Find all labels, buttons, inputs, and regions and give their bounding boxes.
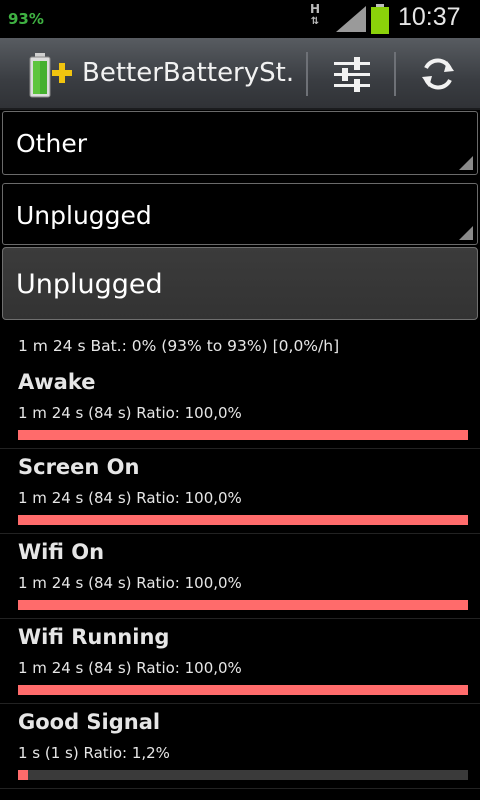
stat-name: Screen On xyxy=(18,455,140,479)
data-activity-icon: H ⇅ xyxy=(306,2,324,34)
ratio-bar xyxy=(18,430,468,440)
since-spinner[interactable]: Unplugged xyxy=(2,183,478,245)
refresh-button[interactable] xyxy=(404,46,472,102)
stat-detail: 1 s (1 s) Ratio: 1,2% xyxy=(18,744,170,762)
action-divider xyxy=(394,52,396,96)
refresh-icon xyxy=(422,58,454,90)
stat-detail: 1 m 24 s (84 s) Ratio: 100,0% xyxy=(18,404,242,422)
stat-type-value: Other xyxy=(16,129,87,158)
battery-icon xyxy=(371,4,389,34)
battery-percent: 93% xyxy=(8,10,44,28)
ratio-bar-fill xyxy=(18,685,468,695)
dropdown-corner-icon xyxy=(459,156,473,170)
signal-strength-icon xyxy=(336,6,366,32)
list-item[interactable]: Awake 1 m 24 s (84 s) Ratio: 100,0% xyxy=(0,364,480,449)
ratio-bar-fill xyxy=(18,770,28,780)
list-item[interactable]: Wifi On 1 m 24 s (84 s) Ratio: 100,0% xyxy=(0,534,480,619)
app-title: BetterBatterySt.. xyxy=(82,58,292,88)
ratio-bar xyxy=(18,770,468,780)
stat-name: Wifi Running xyxy=(18,625,170,649)
ratio-bar xyxy=(18,515,468,525)
stat-type-spinner[interactable]: Other xyxy=(2,111,478,175)
ratio-bar-fill xyxy=(18,430,468,440)
battery-plus-icon[interactable] xyxy=(26,50,76,100)
settings-button[interactable] xyxy=(318,46,386,102)
reference-button-label: Unplugged xyxy=(16,269,163,300)
action-bar: BetterBatterySt.. xyxy=(0,38,480,110)
stat-name: Awake xyxy=(18,370,96,394)
status-bar: 93% H ⇅ 10:37 xyxy=(0,0,480,38)
action-divider xyxy=(306,52,308,96)
ratio-bar xyxy=(18,685,468,695)
battery-summary: 1 m 24 s Bat.: 0% (93% to 93%) [0,0%/h] xyxy=(18,337,340,355)
since-value: Unplugged xyxy=(16,201,152,230)
ratio-bar xyxy=(18,600,468,610)
reference-button[interactable]: Unplugged xyxy=(2,247,478,320)
up-down-arrows-icon: ⇅ xyxy=(310,16,320,27)
list-item[interactable]: Wifi Running 1 m 24 s (84 s) Ratio: 100,… xyxy=(0,619,480,704)
ratio-bar-fill xyxy=(18,600,468,610)
network-type: H xyxy=(309,2,321,16)
stat-name: Good Signal xyxy=(18,710,161,734)
list-item[interactable]: Screen On 1 m 24 s (84 s) Ratio: 100,0% xyxy=(0,449,480,534)
stat-detail: 1 m 24 s (84 s) Ratio: 100,0% xyxy=(18,489,242,507)
stat-name: Wifi On xyxy=(18,540,105,564)
list-item[interactable]: Good Signal 1 s (1 s) Ratio: 1,2% xyxy=(0,704,480,789)
sliders-icon xyxy=(334,57,370,92)
clock: 10:37 xyxy=(398,3,461,31)
dropdown-corner-icon xyxy=(459,226,473,240)
stat-detail: 1 m 24 s (84 s) Ratio: 100,0% xyxy=(18,574,242,592)
ratio-bar-fill xyxy=(18,515,468,525)
stat-detail: 1 m 24 s (84 s) Ratio: 100,0% xyxy=(18,659,242,677)
